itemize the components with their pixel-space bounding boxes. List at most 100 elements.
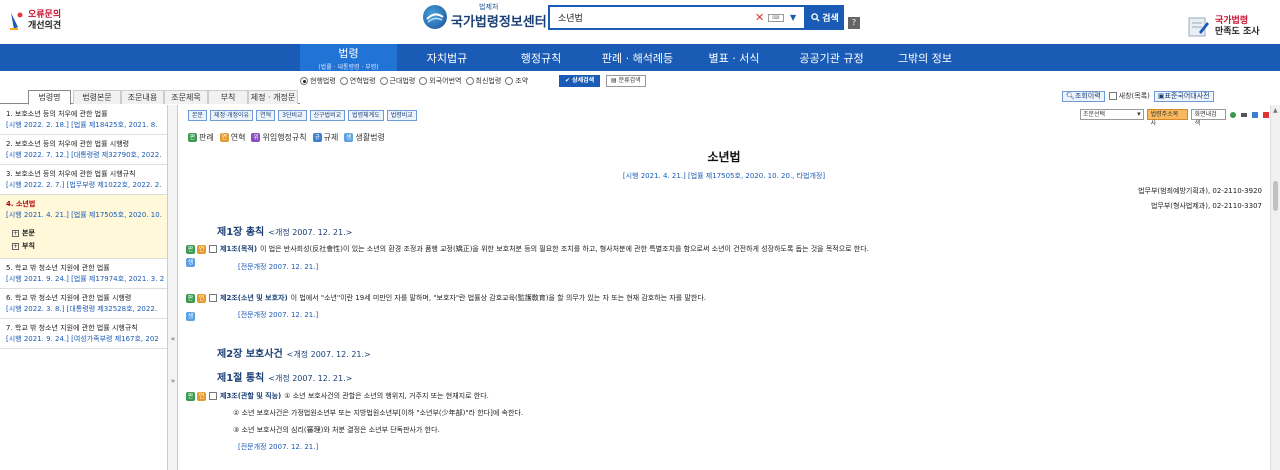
- list-item-name: 2. 보호소년 등의 처우에 관한 법률 시행령: [6, 140, 130, 148]
- article-2-title[interactable]: 제2조(소년 및 보호자): [220, 293, 288, 303]
- help-button[interactable]: ?: [848, 17, 860, 29]
- radio-history[interactable]: [339, 77, 348, 85]
- article-checkbox[interactable]: [209, 294, 217, 302]
- option-modern[interactable]: 근대법령: [379, 76, 415, 86]
- site-logo[interactable]: 법제처 국가법령정보센터: [423, 3, 547, 30]
- tool-3-compare[interactable]: 3단비교: [278, 110, 307, 121]
- tab-law-name[interactable]: 법령명: [28, 90, 71, 105]
- option-history[interactable]: 연혁법령: [339, 76, 376, 86]
- tab-law-body[interactable]: 법령본문: [73, 90, 121, 104]
- subtree-addendum[interactable]: + 부칙: [12, 240, 167, 253]
- option-latest[interactable]: 최신법령: [465, 76, 501, 86]
- scrollbar-thumb[interactable]: [1273, 181, 1278, 211]
- tab-article-title[interactable]: 조문제목: [164, 90, 208, 104]
- expand-icon[interactable]: +: [12, 230, 19, 237]
- legend-regulation-label: 규제: [323, 133, 339, 142]
- article-2-text: 이 법에서 "소년"이란 19세 미만인 자를 말하며, "보호자"란 법률상 …: [290, 294, 706, 302]
- list-item-active[interactable]: 4. 소년법 [시행 2021. 4. 21.] [법률 제17505호, 20…: [0, 195, 167, 224]
- living-law-badge-icon[interactable]: 생: [186, 312, 195, 321]
- search-button[interactable]: 검색: [806, 5, 844, 30]
- article-checkbox[interactable]: [209, 392, 217, 400]
- save-icon[interactable]: [1251, 111, 1259, 119]
- option-foreign[interactable]: 외국어번역: [419, 76, 462, 86]
- copy-url-button[interactable]: 법령주소복사: [1146, 109, 1188, 127]
- list-item[interactable]: 5. 학교 밖 청소년 지원에 관한 법률 [시행 2021. 9. 24.] …: [0, 259, 167, 289]
- new-window-checkbox[interactable]: [1108, 92, 1117, 100]
- tool-body[interactable]: 본문: [188, 110, 208, 121]
- tool-new-old-compare[interactable]: 신구법비교: [309, 110, 346, 121]
- feedback-icon: [8, 11, 24, 31]
- list-item[interactable]: 3. 보호소년 등의 처우에 관한 법률 시행규칙 [시행 2022. 2. 7…: [0, 165, 167, 195]
- option-current-label: 현행법령: [310, 77, 336, 85]
- print-icon[interactable]: [1240, 111, 1248, 119]
- menu-precedent[interactable]: 판례 · 해석례등: [585, 44, 690, 71]
- radio-treaty[interactable]: [505, 77, 514, 85]
- chapter-1-revision: <개정 2007. 12. 21.>: [268, 228, 353, 237]
- menu-local-law[interactable]: 자치법규: [397, 44, 497, 71]
- menu-other[interactable]: 그밖의 정보: [885, 44, 965, 71]
- tab-article-content[interactable]: 조문내용: [121, 90, 164, 104]
- radio-latest[interactable]: [465, 77, 474, 85]
- menu-forms[interactable]: 별표 · 서식: [690, 44, 778, 71]
- clear-icon[interactable]: ✕: [755, 11, 764, 24]
- expand-left-icon[interactable]: »: [169, 377, 177, 389]
- search-input[interactable]: [550, 7, 740, 28]
- legend-living-law: 생 생활법령: [344, 132, 385, 143]
- radio-foreign[interactable]: [419, 77, 428, 85]
- history-badge-icon[interactable]: 연: [197, 244, 206, 254]
- article-select[interactable]: 조문선택: [1080, 109, 1144, 120]
- radio-current[interactable]: [300, 77, 308, 85]
- menu-law[interactable]: 법령 (법률 · 대통령령 · 부령): [300, 44, 397, 71]
- tool-law-compare[interactable]: 법령비교: [386, 110, 417, 121]
- subtree-addendum-label: 부칙: [22, 242, 35, 250]
- pdf-icon[interactable]: [1262, 111, 1270, 119]
- history-badge-icon[interactable]: 연: [197, 293, 206, 303]
- option-current[interactable]: 현행법령: [300, 76, 336, 86]
- tab-addendum[interactable]: 부칙: [208, 90, 248, 104]
- precedent-badge-icon[interactable]: 판: [186, 293, 195, 303]
- list-item[interactable]: 7. 학교 밖 청소년 지원에 관한 법률 시행규칙 [시행 2021. 9. …: [0, 319, 167, 349]
- expand-icon[interactable]: +: [12, 243, 19, 250]
- content-scrollbar[interactable]: ▲: [1270, 105, 1280, 470]
- new-window-option[interactable]: 새창(목록): [1108, 91, 1150, 101]
- article-2: 판 연 제2조(소년 및 보호자) 이 법에서 "소년"이란 19세 미만인 자…: [186, 293, 706, 303]
- list-item-name: 5. 학교 밖 청소년 지원에 관한 법률: [6, 264, 110, 272]
- chevron-down-icon[interactable]: ▼: [790, 13, 796, 22]
- tool-reason[interactable]: 제정·개정이유: [210, 110, 254, 121]
- dept-contact-2: 법무부(형사법제과), 02-2110-3307: [1150, 202, 1262, 210]
- history-badge-icon[interactable]: 연: [197, 391, 206, 401]
- list-item-meta: [시행 2021. 4. 21.] [법률 제17505호, 2020. 10.: [6, 211, 162, 219]
- tab-amendment[interactable]: 제정 · 개정문: [248, 90, 298, 104]
- subtree-body[interactable]: + 본문: [12, 227, 167, 240]
- category-search-button[interactable]: ▤ 분류검색: [606, 75, 646, 87]
- legend-precedent: 판 판례: [188, 132, 214, 143]
- collapse-left-icon[interactable]: «: [169, 335, 177, 347]
- view-history-button[interactable]: 🔍︎조회이력: [1062, 90, 1105, 102]
- living-law-badge-icon[interactable]: 생: [186, 258, 195, 267]
- list-item[interactable]: 2. 보호소년 등의 처우에 관한 법률 시행령 [시행 2022. 7. 12…: [0, 135, 167, 165]
- enforcement-info[interactable]: [시행 2021. 4. 21.] [법률 제17505호, 2020. 10.…: [178, 171, 1270, 181]
- article-checkbox[interactable]: [209, 245, 217, 253]
- chapter-1: 제1장 총칙 <개정 2007. 12. 21.>: [217, 223, 352, 238]
- precedent-badge-icon[interactable]: 판: [186, 244, 195, 254]
- tool-history[interactable]: 연혁: [256, 110, 276, 121]
- menu-admin-rule[interactable]: 행정규칙: [497, 44, 585, 71]
- keyboard-icon[interactable]: ⌨: [768, 14, 784, 22]
- list-item[interactable]: 1. 보호소년 등의 처우에 관한 법률 [시행 2022. 2. 18.] […: [0, 105, 167, 135]
- radio-modern[interactable]: [379, 77, 388, 85]
- article-1-title[interactable]: 제1조(목적): [220, 244, 257, 254]
- detail-search-button[interactable]: ✔ 상세검색: [559, 75, 601, 87]
- panel-splitter[interactable]: « »: [168, 105, 178, 470]
- article-3-title[interactable]: 제3조(관할 및 직능): [220, 391, 281, 401]
- feedback-link[interactable]: 오류문의 개선의견: [8, 10, 61, 32]
- scroll-up-icon[interactable]: ▲: [1273, 107, 1278, 114]
- tool-hierarchy[interactable]: 법령체계도: [348, 110, 384, 121]
- list-item[interactable]: 6. 학교 밖 청소년 지원에 관한 법률 시행령 [시행 2022. 3. 8…: [0, 289, 167, 319]
- in-page-search-button[interactable]: 화면내검색: [1190, 109, 1226, 127]
- option-treaty[interactable]: 조약: [505, 76, 528, 86]
- share-icon[interactable]: [1229, 111, 1237, 119]
- survey-link[interactable]: 국가법령 만족도 조사: [1185, 14, 1260, 40]
- dictionary-button[interactable]: ▣표준국어대사전: [1153, 90, 1214, 102]
- menu-public-rules[interactable]: 공공기관 규정: [778, 44, 885, 71]
- precedent-badge-icon[interactable]: 판: [186, 391, 195, 401]
